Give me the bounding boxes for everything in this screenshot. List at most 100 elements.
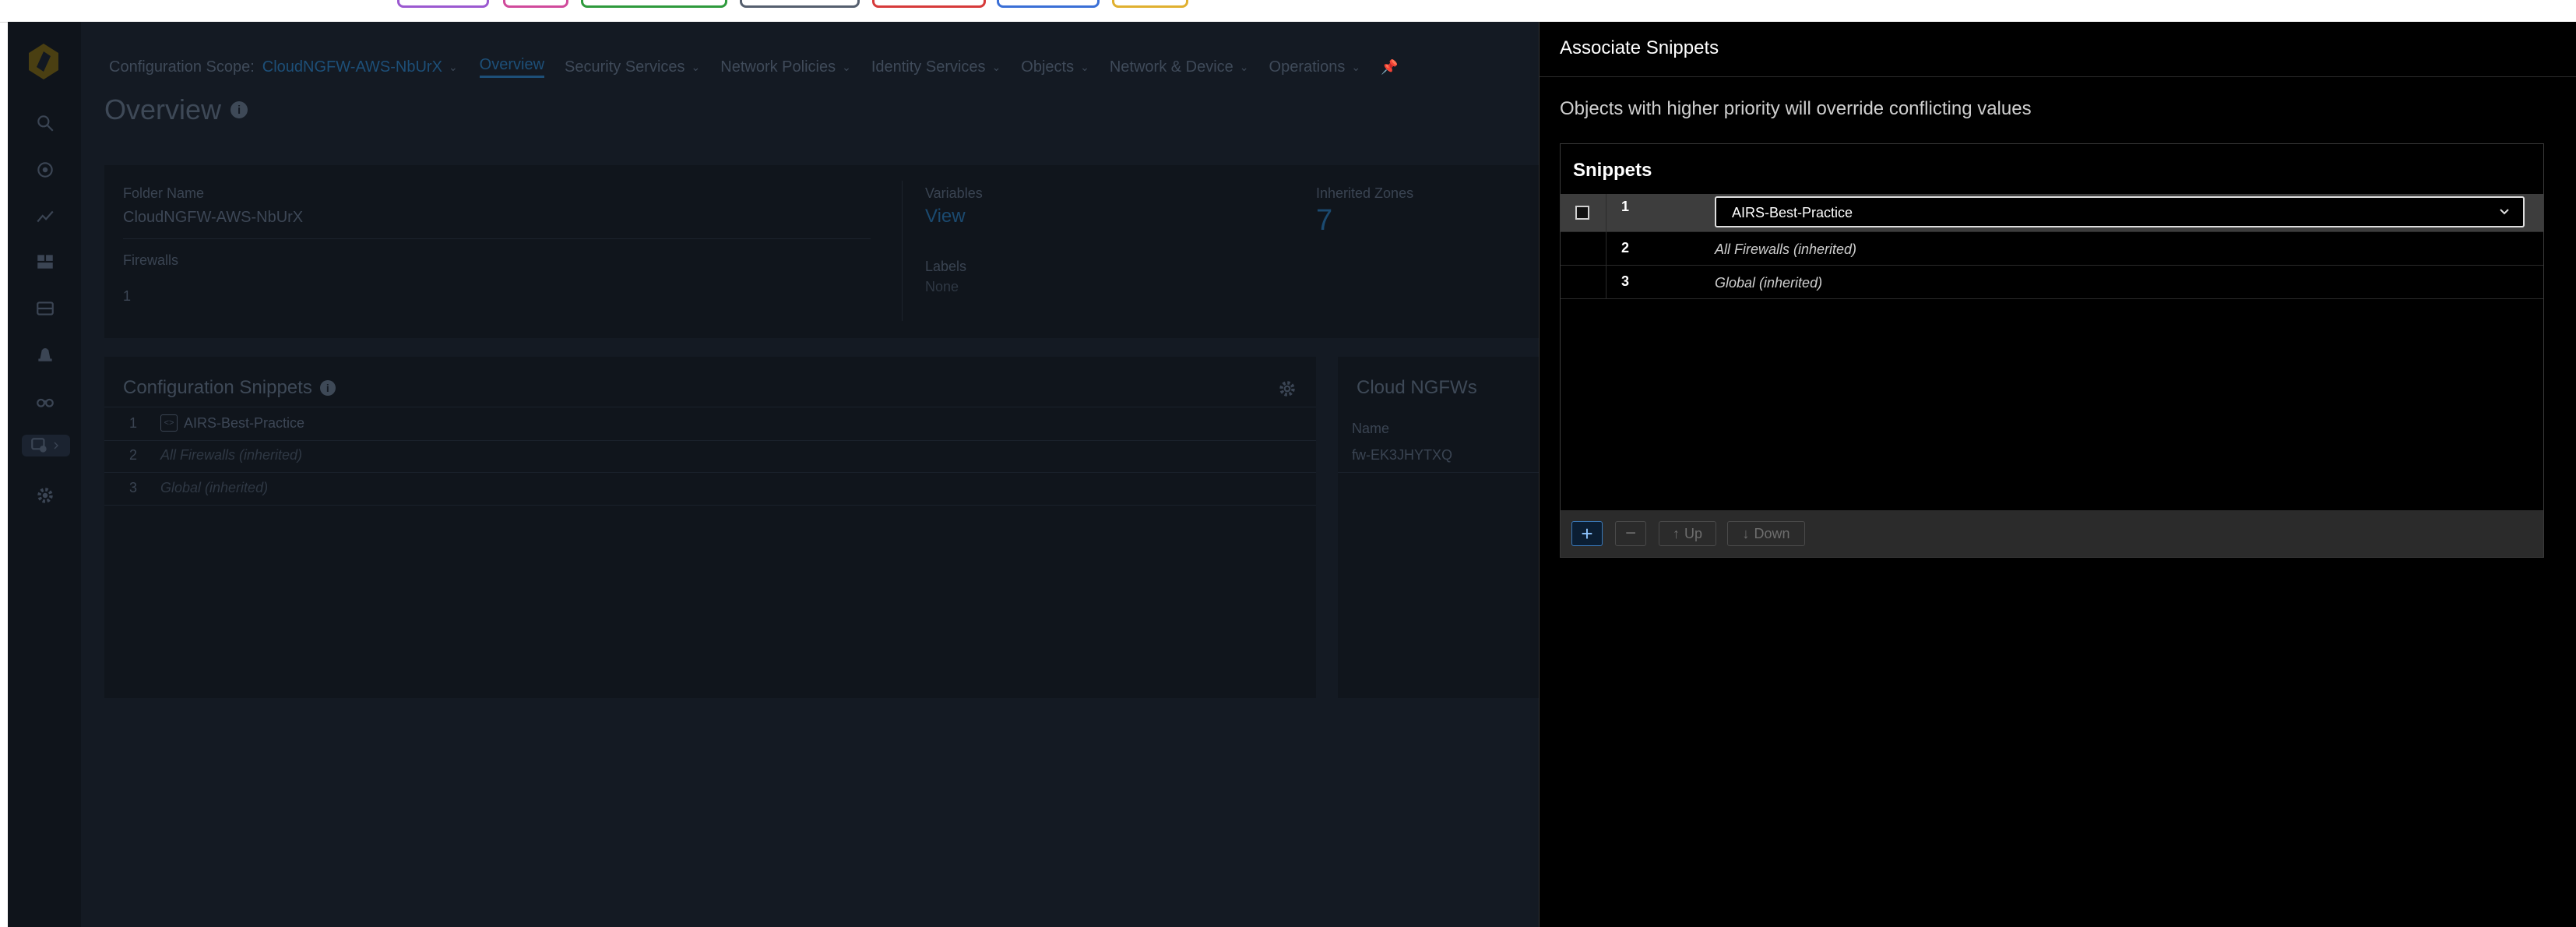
tab-network-device[interactable]: Network & Device ⌄ [1110,58,1249,76]
arrow-up-icon: ↑ [1672,525,1680,541]
tab-identity-services[interactable]: Identity Services ⌄ [871,58,1001,76]
table-row[interactable]: 1 AIRS-Best-Practice [1561,194,2543,232]
snippet-name: Global (inherited) [160,480,269,495]
remove-button[interactable]: − [1615,521,1646,546]
move-down-button[interactable]: ↓ Down [1727,521,1805,546]
folder-name-label: Folder Name [123,185,205,201]
page-title-text: Overview [104,93,222,125]
gear-icon[interactable] [34,485,56,506]
snippets-panel-title: Snippets [1573,160,1652,181]
table-row[interactable]: 3 Global (inherited) [1561,266,2543,299]
snippets-table: 1 AIRS-Best-Practice 2 All Firewalls (in… [1561,194,2543,299]
variables-label: Variables [925,185,983,201]
snippets-toolbar: + − ↑ Up ↓ Down [1561,510,2543,557]
gear-icon[interactable] [1277,379,1297,399]
tab-objects[interactable]: Objects ⌄ [1021,58,1089,76]
tab-overview[interactable]: Overview [479,56,545,78]
add-button[interactable]: + [1571,521,1603,546]
scope-selector[interactable]: CloudNGFW-AWS-NbUrX [262,58,442,76]
move-up-button[interactable]: ↑ Up [1659,521,1716,546]
chevron-down-icon: ⌄ [1351,60,1361,73]
row-select-cell [1561,266,1606,298]
tab-chip [997,0,1100,8]
tab-chip [397,0,489,8]
info-icon[interactable]: i [319,380,336,396]
chevron-down-icon: ⌄ [691,60,701,73]
chevron-down-icon: ⌄ [842,60,851,73]
tab-chip [503,0,568,8]
card-title: Cloud NGFWs [1357,377,1477,399]
alert-icon[interactable] [34,343,56,365]
info-icon[interactable]: i [231,101,248,118]
remove-label: − [1624,523,1636,544]
drawer-header: Associate Snippets [1540,22,2576,77]
table-row[interactable]: 1 <> AIRS-Best-Practice [104,407,1316,441]
dashboard-icon[interactable] [34,251,56,273]
divider [902,181,903,321]
chevron-down-icon [2500,209,2509,215]
labels-label: Labels [925,259,967,274]
row-number: 1 [129,415,138,431]
firewalls-value: 1 [123,288,132,304]
binoculars-icon[interactable] [34,389,56,411]
snippet-name: All Firewalls (inherited) [160,447,303,463]
chevron-down-icon: ⌄ [1080,60,1089,73]
ngfw-name[interactable]: fw-EK3JHYTXQ [1352,447,1452,464]
browser-top-strip [0,0,2576,23]
tab-network-policies[interactable]: Network Policies ⌄ [720,58,851,76]
row-number: 3 [1621,273,1630,289]
snippet-icon: <> [160,414,178,432]
row-number: 3 [129,480,138,495]
row-checkbox[interactable] [1575,206,1589,220]
column-header-name: Name [1352,421,1390,436]
table-row[interactable]: 3 Global (inherited) [104,472,1316,506]
row-select-cell [1561,194,1606,231]
table-row[interactable]: 2 All Firewalls (inherited) [1561,232,2543,266]
snippet-select[interactable]: AIRS-Best-Practice [1715,196,2525,227]
snippets-panel: Snippets 1 AIRS-Best-Practice 2 All Fire… [1560,143,2544,558]
arrow-down-icon: ↓ [1742,525,1750,541]
inbox-icon[interactable] [34,298,56,319]
drawer-description: Objects with higher priority will overri… [1560,98,2032,119]
chevron-down-icon: ⌄ [1239,60,1249,73]
folder-summary-card: Folder Name CloudNGFW-AWS-NbUrX Firewall… [104,165,1607,338]
chevron-down-icon: ⌄ [991,60,1001,73]
snippet-name: Global (inherited) [1715,275,1823,291]
associate-snippets-drawer: Associate Snippets Objects with higher p… [1539,22,2576,927]
tab-security-services[interactable]: Security Services ⌄ [565,58,700,76]
snippet-name: All Firewalls (inherited) [1715,241,1857,257]
tab-chip [740,0,860,8]
radar-icon[interactable] [34,159,56,181]
pin-icon[interactable]: 📌 [1381,59,1398,76]
config-snippets-title: Configuration Snippets [123,377,312,398]
row-number: 1 [1621,199,1630,214]
variables-view-link[interactable]: View [925,206,966,227]
folder-name-value: CloudNGFW-AWS-NbUrX [123,209,304,226]
config-nav-icon[interactable] [22,435,70,456]
tab-operations[interactable]: Operations ⌄ [1269,58,1361,76]
up-label: Up [1684,525,1702,541]
drawer-title: Associate Snippets [1560,37,1719,58]
trend-icon[interactable] [34,206,56,227]
side-navigation [8,22,81,927]
tab-chip [1112,0,1188,8]
page-title: Overview i [104,93,248,126]
row-select-cell [1561,232,1606,265]
chevron-down-icon[interactable]: ⌄ [449,61,458,74]
cloud-ngfws-title: Cloud NGFWs [1357,377,1477,398]
labels-value: None [925,279,959,294]
scope-label: Configuration Scope: [109,58,255,76]
inherited-zones-label: Inherited Zones [1316,185,1414,201]
table-row[interactable]: 2 All Firewalls (inherited) [104,439,1316,473]
row-number: 2 [129,447,138,463]
divider [123,238,871,239]
configuration-snippets-card: Configuration Snippets i 1 <> AIRS-Best-… [104,357,1316,698]
snippet-name: AIRS-Best-Practice [184,415,305,431]
snippet-select-value: AIRS-Best-Practice [1732,205,1853,220]
row-number: 2 [1621,240,1630,256]
inherited-zones-value[interactable]: 7 [1316,204,1332,238]
top-navigation: Configuration Scope: CloudNGFW-AWS-NbUrX… [109,53,1399,81]
search-icon[interactable] [34,112,56,134]
firewalls-label: Firewalls [123,252,179,268]
add-label: + [1581,521,1593,545]
